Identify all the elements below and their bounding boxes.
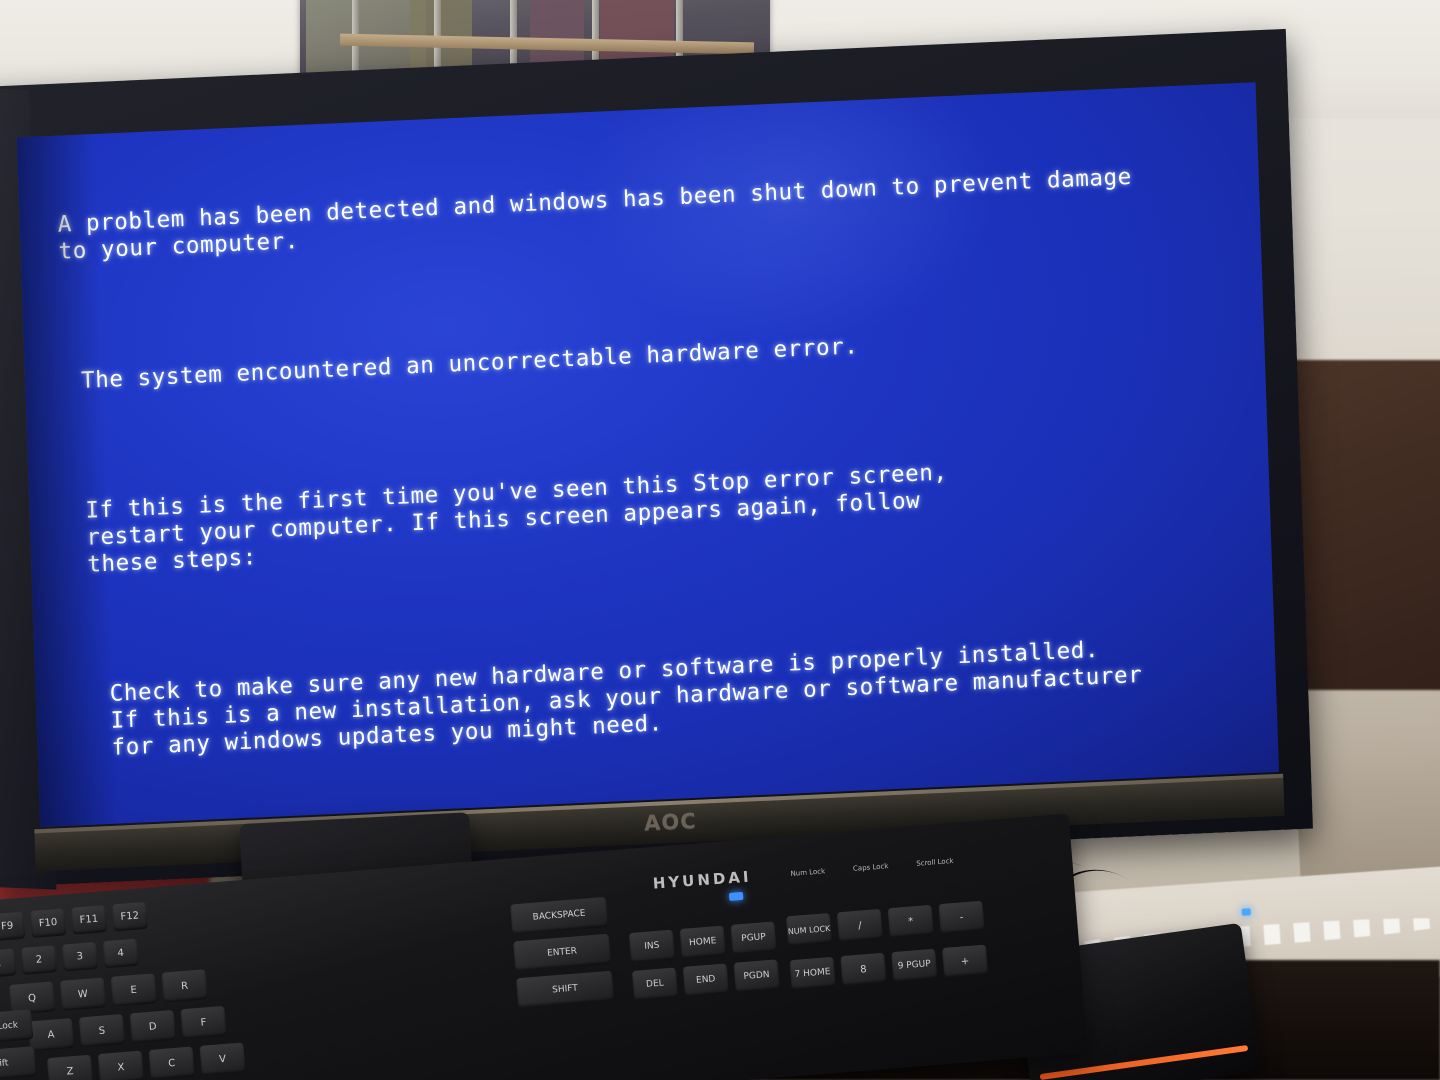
keyboard-numpad-row-2[interactable]: 7 HOME 8 9 PGUP + xyxy=(789,944,989,991)
key-numpad-7[interactable]: 7 HOME xyxy=(789,956,836,991)
keyboard-nav-row-2[interactable]: DEL END PGDN xyxy=(631,959,780,1001)
power-led-icon xyxy=(1241,908,1251,916)
aoc-logo: AOC xyxy=(643,808,698,836)
keyboard-row-function[interactable]: F9 F10 F11 F12 xyxy=(0,901,148,942)
key-numpad-divide[interactable]: / xyxy=(836,908,884,943)
key-num-lock[interactable]: NUM LOCK xyxy=(785,912,833,947)
key-e[interactable]: E xyxy=(110,973,157,1007)
key-x[interactable]: X xyxy=(97,1050,145,1080)
key-z[interactable]: Z xyxy=(46,1054,94,1080)
keyboard-row-numbers[interactable]: 1 2 3 4 xyxy=(0,938,139,979)
key-v[interactable]: V xyxy=(199,1042,246,1076)
key-numpad-multiply[interactable]: * xyxy=(887,904,934,939)
key-shift[interactable]: Shift xyxy=(0,1046,37,1080)
key-numpad-plus[interactable]: + xyxy=(941,944,989,978)
keyboard-nav-row-1[interactable]: INS HOME PGUP xyxy=(628,921,777,964)
key-ins[interactable]: INS xyxy=(628,929,676,964)
keyboard-numpad-row-1[interactable]: NUM LOCK / * - xyxy=(785,900,985,947)
key-2[interactable]: 2 xyxy=(20,945,58,975)
key-end[interactable]: END xyxy=(682,963,729,997)
bsod-paragraph-check-hardware: Check to make sure any new hardware or s… xyxy=(73,626,1279,763)
bsod-paragraph-first-time: If this is the first time you've seen th… xyxy=(67,443,1279,580)
key-s[interactable]: S xyxy=(78,1013,126,1048)
key-f12[interactable]: F12 xyxy=(111,901,148,932)
key-d[interactable]: D xyxy=(129,1009,176,1044)
key-f10[interactable]: F10 xyxy=(30,908,67,938)
keyboard-indicator-row: Num Lock Caps Lock Scroll Lock xyxy=(790,857,954,878)
key-r[interactable]: R xyxy=(161,969,208,1003)
photo-scene: A problem has been detected and windows … xyxy=(0,0,1440,1080)
keyboard-led-icon xyxy=(728,891,744,901)
key-3[interactable]: 3 xyxy=(61,941,98,972)
caps-lock-indicator-icon: Caps Lock xyxy=(852,862,889,873)
aoc-monitor: A problem has been detected and windows … xyxy=(0,28,1313,965)
key-home[interactable]: HOME xyxy=(679,925,726,959)
key-f[interactable]: F xyxy=(180,1005,227,1040)
key-1[interactable]: 1 xyxy=(0,948,17,979)
keyboard-row-asdf[interactable]: A S D F xyxy=(27,1005,227,1052)
keyboard-edit-column[interactable]: BACKSPACE ENTER SHIFT xyxy=(510,896,615,1009)
bsod-line: The system encountered an uncorrectable … xyxy=(80,333,859,394)
num-lock-indicator-icon: Num Lock xyxy=(790,867,826,878)
bsod-text: A problem has been detected and windows … xyxy=(55,102,1279,827)
key-4[interactable]: 4 xyxy=(102,938,139,969)
key-f9[interactable]: F9 xyxy=(0,911,26,942)
bsod-paragraph-intro: A problem has been detected and windows … xyxy=(57,156,1279,266)
keyboard-logo: HYUNDAI xyxy=(652,867,753,893)
key-numpad-9[interactable]: 9 PGUP xyxy=(891,948,938,983)
key-a[interactable]: A xyxy=(27,1018,75,1052)
key-shift-right[interactable]: SHIFT xyxy=(516,970,615,1009)
key-numpad-minus[interactable]: - xyxy=(938,900,985,935)
key-enter[interactable]: ENTER xyxy=(513,933,612,972)
monitor-screen: A problem has been detected and windows … xyxy=(16,82,1280,828)
key-f11[interactable]: F11 xyxy=(70,905,107,935)
key-pgup[interactable]: PGUP xyxy=(730,921,777,955)
keyboard-row-zxcv[interactable]: Z X C V xyxy=(46,1042,246,1080)
key-w[interactable]: W xyxy=(59,977,107,1011)
key-c[interactable]: C xyxy=(148,1046,195,1080)
key-del[interactable]: DEL xyxy=(631,967,679,1001)
key-numpad-8[interactable]: 8 xyxy=(840,952,887,987)
key-pgdn[interactable]: PGDN xyxy=(733,959,780,993)
key-backspace[interactable]: BACKSPACE xyxy=(510,896,609,935)
scroll-lock-indicator-icon: Scroll Lock xyxy=(915,856,954,868)
bsod-line: A problem has been detected and windows … xyxy=(57,163,1133,238)
bsod-paragraph-error-summary: The system encountered an uncorrectable … xyxy=(63,313,1279,396)
key-caps-lock[interactable]: Caps Lock xyxy=(0,1009,34,1046)
keyboard-row-qwer[interactable]: Q W E R xyxy=(8,969,208,1015)
